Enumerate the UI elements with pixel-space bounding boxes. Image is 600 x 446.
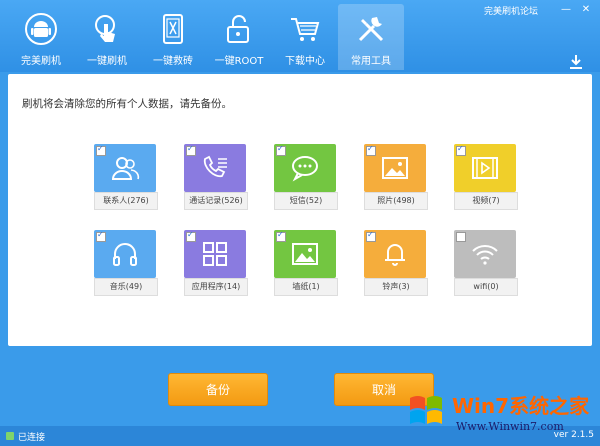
- tile-label: 照片(498): [364, 192, 428, 210]
- nav-one-click-root[interactable]: 一键ROOT: [206, 4, 272, 70]
- minimize-button[interactable]: —: [558, 3, 574, 16]
- backup-panel: 刷机将会清除您的所有个人数据，请先备份。 联系人(276): [8, 74, 592, 346]
- tile-label: 短信(52): [274, 192, 338, 210]
- tile-checkbox[interactable]: [276, 230, 286, 242]
- nav-label: 完美刷机: [21, 56, 61, 67]
- windows-logo-icon: [410, 396, 442, 424]
- wifi-icon: [472, 245, 498, 265]
- nav-perfect-flash[interactable]: 完美刷机: [8, 4, 74, 70]
- call-log-icon: [203, 155, 227, 178]
- tile-contacts[interactable]: 联系人(276): [94, 144, 160, 210]
- nav-label: 一键刷机: [87, 56, 127, 67]
- tile-checkbox[interactable]: [96, 144, 106, 156]
- contacts-icon: [111, 157, 140, 180]
- tile-checkbox[interactable]: [276, 144, 286, 156]
- connection-status: 已连接: [18, 433, 46, 443]
- nav-one-click-flash[interactable]: 一键刷机: [74, 4, 140, 70]
- headphones-icon: [113, 243, 137, 266]
- backup-notice: 刷机将会清除您的所有个人数据，请先备份。: [22, 98, 232, 110]
- tile-ringtones[interactable]: 铃声(3): [364, 230, 430, 296]
- tile-label: 通话记录(526): [184, 192, 248, 210]
- nav-download-center[interactable]: 下载中心: [272, 4, 338, 70]
- tile-label: 视频(7): [454, 192, 518, 210]
- tile-photos[interactable]: 照片(498): [364, 144, 430, 210]
- tile-label: 联系人(276): [94, 192, 158, 210]
- bell-icon: [385, 244, 405, 266]
- tile-label: 铃声(3): [364, 278, 428, 296]
- wallpaper-icon: [292, 243, 318, 265]
- tile-videos[interactable]: 视频(7): [454, 144, 520, 210]
- apps-icon: [203, 242, 227, 266]
- tile-checkbox[interactable]: [96, 230, 106, 242]
- download-icon[interactable]: [568, 54, 584, 70]
- backup-button[interactable]: 备份: [168, 373, 268, 406]
- tile-call-log[interactable]: 通话记录(526): [184, 144, 250, 210]
- forum-link[interactable]: 完美刷机论坛: [484, 4, 538, 17]
- sms-icon: [292, 156, 318, 182]
- tile-checkbox[interactable]: [186, 144, 196, 156]
- app-window: 完美刷机论坛 — ✕ 完美刷机 一键刷机 一键救砖 一键ROOT 下载中心 常用…: [0, 0, 600, 446]
- nav-label: 下载中心: [285, 56, 325, 67]
- nav-common-tools[interactable]: 常用工具: [338, 4, 404, 70]
- touch-icon: [95, 15, 115, 42]
- tile-label: 音乐(49): [94, 278, 158, 296]
- tile-music[interactable]: 音乐(49): [94, 230, 160, 296]
- top-navigation-bar: 完美刷机论坛 — ✕ 完美刷机 一键刷机 一键救砖 一键ROOT 下载中心 常用…: [0, 0, 600, 72]
- tile-label: 墙纸(1): [274, 278, 338, 296]
- watermark-title: Win7系统之家: [452, 394, 590, 418]
- phone-repair-icon: [163, 14, 183, 44]
- nav-label: 常用工具: [351, 56, 391, 67]
- watermark-url: Www.Winwin7.com: [456, 420, 564, 433]
- cart-icon: [291, 18, 320, 41]
- tile-checkbox[interactable]: [366, 144, 376, 156]
- video-icon: [472, 157, 498, 179]
- tile-wifi[interactable]: wifi(0): [454, 230, 520, 296]
- tile-apps[interactable]: 应用程序(14): [184, 230, 250, 296]
- tile-label: 应用程序(14): [184, 278, 248, 296]
- photo-icon: [382, 157, 408, 179]
- tile-checkbox[interactable]: [456, 232, 466, 242]
- tile-sms[interactable]: 短信(52): [274, 144, 340, 210]
- tile-checkbox[interactable]: [366, 230, 376, 242]
- android-icon: [25, 13, 57, 45]
- nav-label: 一键救砖: [153, 56, 193, 67]
- unlock-icon: [227, 15, 249, 43]
- tile-checkbox[interactable]: [456, 144, 466, 156]
- tile-checkbox[interactable]: [186, 230, 196, 242]
- main-nav: 完美刷机 一键刷机 一键救砖 一键ROOT 下载中心 常用工具: [8, 4, 404, 70]
- tools-icon: [358, 17, 384, 42]
- close-button[interactable]: ✕: [578, 3, 594, 16]
- connection-status-icon: [6, 432, 14, 440]
- site-watermark: Win7系统之家 Www.Winwin7.com: [406, 384, 598, 440]
- nav-one-click-rescue[interactable]: 一键救砖: [140, 4, 206, 70]
- nav-label: 一键ROOT: [214, 56, 264, 67]
- tile-wallpaper[interactable]: 墙纸(1): [274, 230, 340, 296]
- tile-label: wifi(0): [454, 278, 518, 296]
